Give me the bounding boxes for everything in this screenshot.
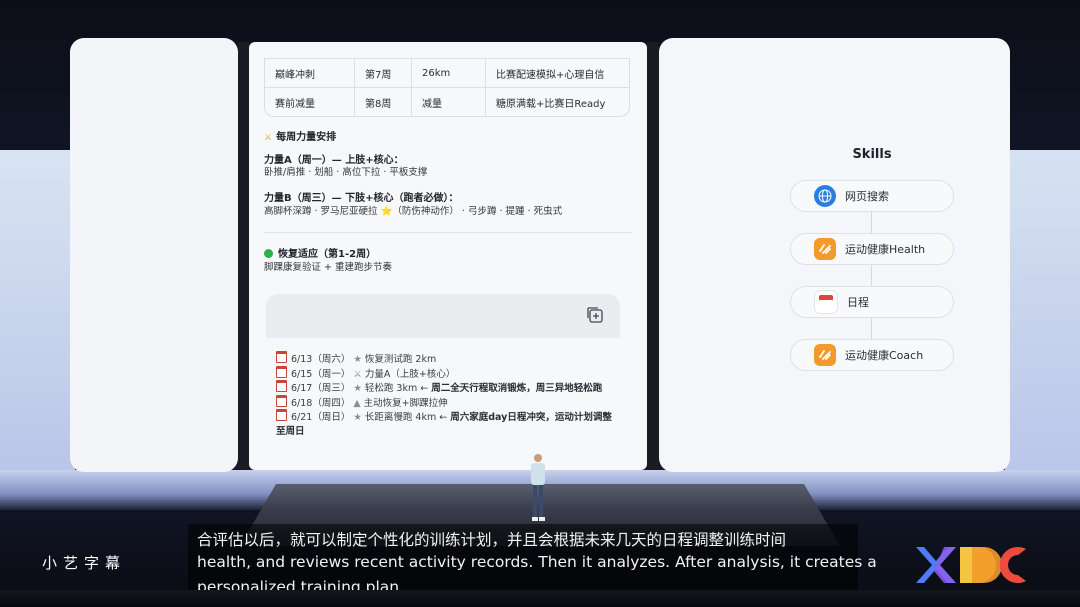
skill-calendar[interactable]: 日程: [790, 286, 954, 318]
copy-add-icon[interactable]: [586, 306, 604, 324]
strength-b-title: 力量B（周三）— 下肢+核心（跑者必做）：: [264, 193, 459, 204]
section-divider: [264, 232, 632, 233]
calendar-icon: [276, 409, 287, 421]
schedule-note: 周六家庭day日程冲突，运动计划调整: [450, 412, 612, 423]
table-cell-focus: 比赛配速模拟+心理自信: [496, 69, 605, 81]
schedule-date: 6/18（周四）: [291, 398, 351, 409]
left-display-panel: [70, 38, 238, 472]
recovery-section-title: 恢复适应（第1-2周）: [264, 245, 376, 260]
strength-a-body: 卧推/肩推 · 划船 · 高位下拉 · 平板支撑: [264, 167, 428, 178]
schedule-date: 6/15（周一）: [291, 369, 351, 380]
skill-label: 运动健康Health: [845, 243, 926, 256]
strength-b-body: 高脚杯深蹲 · 罗马尼亚硬拉 ⭐（防伤神动作） · 弓步蹲 · 提踵 · 死虫式: [264, 206, 563, 217]
table-cell-focus: 糖原满载+比赛日Ready: [496, 98, 606, 110]
schedule-item: 6/17（周三） ★ 轻松跑 3km ← 周二全天行程取消锻炼，周三异地轻松跑: [276, 380, 602, 394]
table-cell-phase: 赛前减量: [265, 88, 355, 116]
table-row: 赛前减量 第8周 减量 糖原满载+比赛日Ready: [265, 87, 629, 116]
schedule-tail: 至周日: [276, 426, 305, 437]
calendar-icon: [276, 351, 287, 363]
calendar-icon: [814, 290, 838, 314]
calendar-icon: [276, 380, 287, 392]
connector-line: [871, 318, 872, 339]
runner-icon: ★: [353, 354, 362, 365]
table-cell-week: 第7周: [355, 59, 412, 87]
schedule-item: 6/13（周六） ★ 恢复测试跑 2km: [276, 351, 436, 365]
schedule-item: 6/21（周日） ★ 长距离慢跑 4km ← 周六家庭day日程冲突，运动计划调整: [276, 409, 612, 423]
strength-section-title: ⚔ 每周力量安排: [264, 128, 336, 143]
strength-title-text: 每周力量安排: [276, 132, 337, 143]
subtitle-line-chinese: 合评估以后，就可以制定个性化的训练计划，并且会根据未来几天的日程调整训练时间: [197, 531, 787, 549]
audience-silhouette: [0, 590, 1080, 607]
runner-icon: ★: [353, 383, 362, 394]
panel-gap: [238, 42, 249, 470]
table-cell-distance: 26km: [412, 59, 486, 87]
skills-title: Skills: [852, 147, 892, 162]
dumbbell-icon: ⚔: [264, 133, 273, 143]
schedule-date: 6/21（周日）: [291, 412, 351, 423]
schedule-item: 6/18（周四） ▲ 主动恢复+脚踝拉伸: [276, 395, 448, 409]
training-table: 巅峰冲刺 第7周 26km 比赛配速模拟+心理自信 赛前减量 第8周 减量 糖原…: [264, 58, 630, 117]
runner-icon: ★: [353, 412, 362, 423]
connector-line: [871, 265, 872, 286]
dumbbell-icon: ⚔: [353, 369, 362, 380]
skill-label: 网页搜索: [845, 190, 889, 203]
skill-label: 运动健康Coach: [845, 349, 924, 362]
calendar-icon: [276, 395, 287, 407]
schedule-card-header: [266, 294, 620, 338]
skill-label: 日程: [847, 296, 869, 309]
schedule-item: 6/15（周一） ⚔ 力量A（上肢+核心）: [276, 366, 455, 380]
table-row: 巅峰冲刺 第7周 26km 比赛配速模拟+心理自信: [265, 58, 629, 87]
skill-web-search[interactable]: 网页搜索: [790, 180, 954, 212]
panel-gap: [647, 42, 659, 470]
calendar-icon: [276, 366, 287, 378]
left-side-screen: [0, 150, 75, 500]
health-icon: [814, 238, 836, 260]
recovery-body: 脚踝康复验证 + 重建跑步节奏: [264, 262, 392, 273]
table-cell-phase: 巅峰冲刺: [265, 59, 355, 87]
schedule-date: 6/13（周六）: [291, 354, 351, 365]
connector-line: [871, 212, 872, 234]
schedule-text: 力量A（上肢+核心）: [364, 369, 456, 380]
schedule-text: 长距离慢跑 4km ←: [364, 412, 448, 423]
green-circle-icon: [264, 249, 273, 258]
right-side-screen: [1005, 150, 1080, 500]
schedule-text: 轻松跑 3km ←: [364, 383, 429, 394]
skill-coach[interactable]: 运动健康Coach: [790, 339, 954, 371]
caption-brand: 小艺字幕: [42, 554, 127, 572]
globe-icon: [814, 185, 836, 207]
subtitle-line-english-1: health, and reviews recent activity reco…: [197, 553, 877, 571]
table-cell-week: 第8周: [355, 88, 412, 116]
stretch-icon: ▲: [353, 398, 361, 409]
table-cell-distance: 减量: [412, 88, 486, 116]
presenter-figure: [531, 454, 545, 521]
schedule-text: 恢复测试跑 2km: [364, 354, 437, 365]
skill-health[interactable]: 运动健康Health: [790, 233, 954, 265]
conference-logo-icon: [916, 547, 1026, 583]
schedule-date: 6/17（周三）: [291, 383, 351, 394]
coach-icon: [814, 344, 836, 366]
schedule-text: 主动恢复+脚踝拉伸: [363, 398, 448, 409]
schedule-note: 周二全天行程取消锻炼，周三异地轻松跑: [431, 383, 603, 394]
